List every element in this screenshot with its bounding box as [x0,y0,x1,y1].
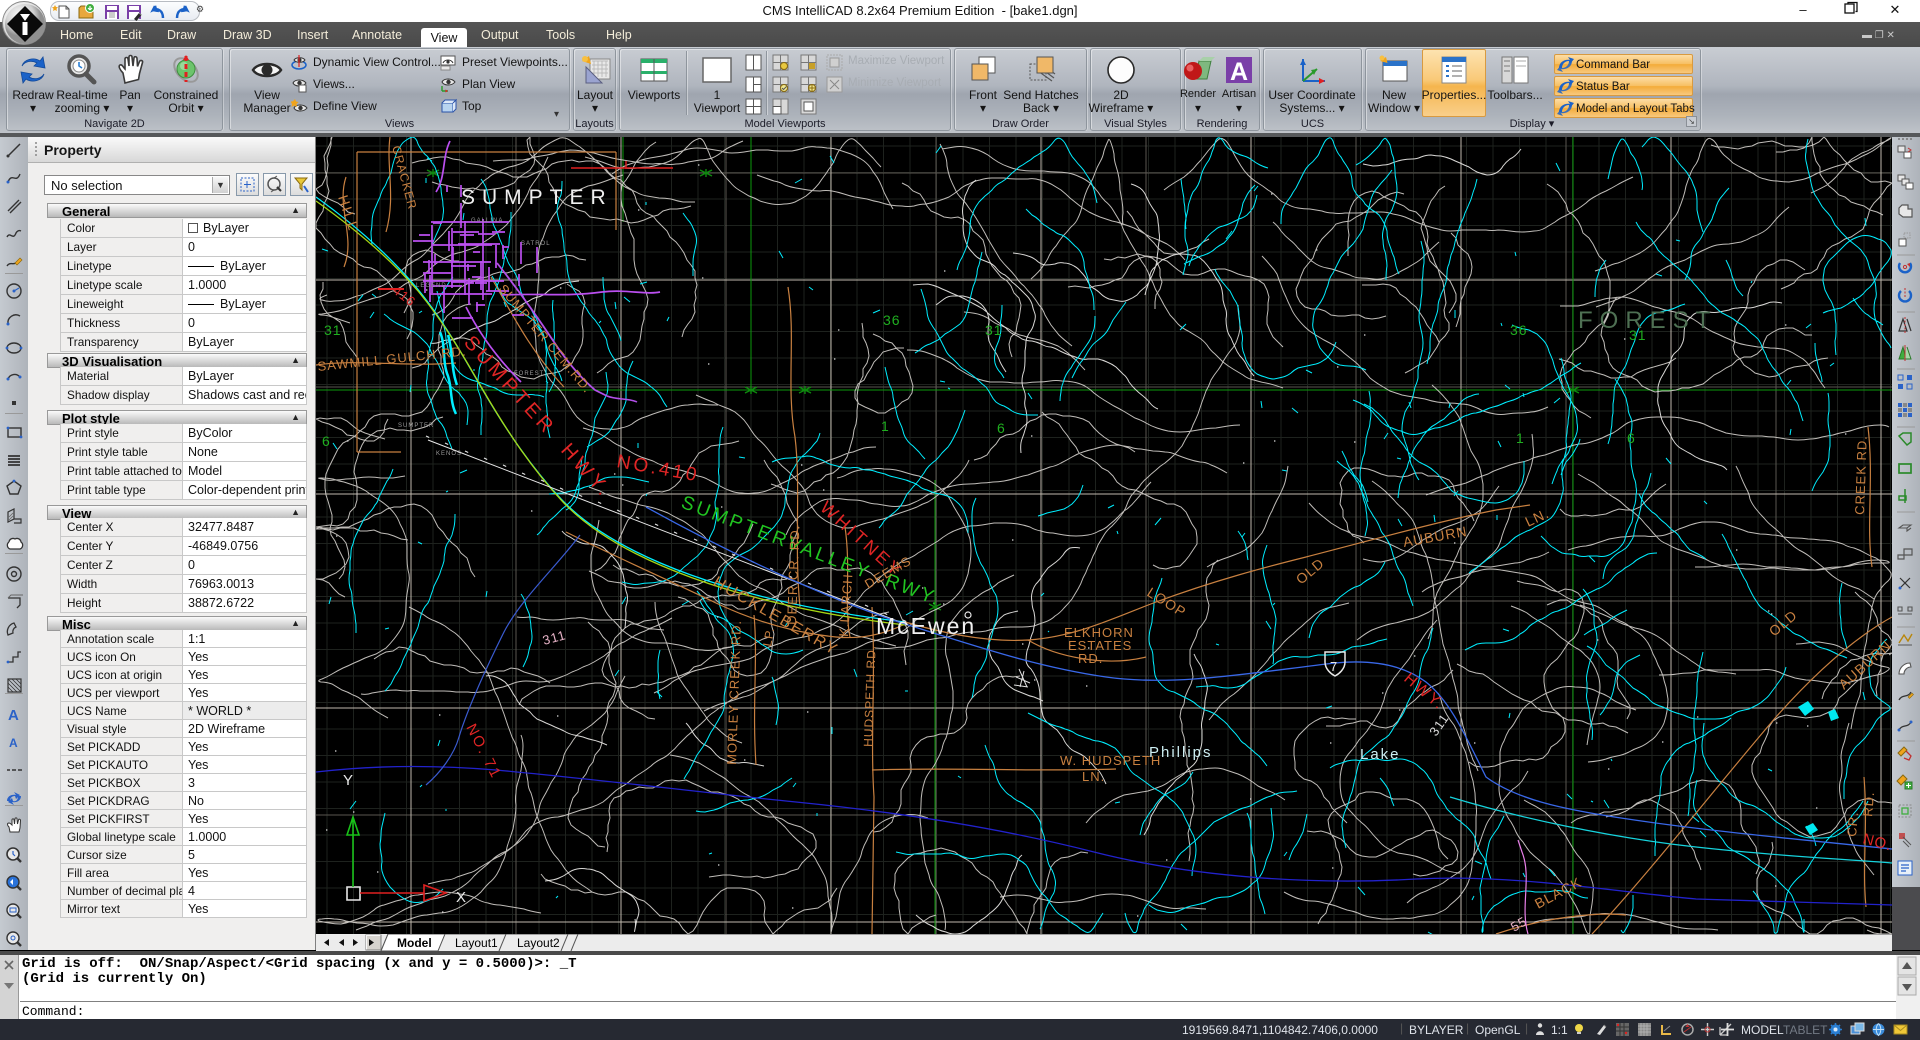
svg-text:7: 7 [1330,659,1337,674]
svg-text:FOREST: FOREST [1578,307,1717,334]
svg-text:Lake: Lake [1360,746,1401,763]
svg-text:1: 1 [1516,430,1525,446]
svg-text:55: 55 [1508,913,1530,934]
svg-text:X: X [456,889,466,906]
svg-text:31: 31 [324,322,342,338]
svg-text:LEGEND: LEGEND [416,283,447,289]
svg-text:31: 31 [985,322,1003,338]
svg-text:MORLEY CREEK RD.: MORLEY CREEK RD. [724,620,744,766]
svg-text:CR.: CR. [1844,811,1861,838]
svg-text:HUDSPETH RD.: HUDSPETH RD. [861,645,879,747]
svg-text:W. HUDSPETH: W. HUDSPETH [1060,753,1161,768]
svg-text:Y: Y [343,772,353,789]
svg-text:NO. 71: NO. 71 [462,721,504,782]
svg-text:DEER CR. RD.: DEER CR. RD. [784,525,802,626]
svg-text:31: 31 [1629,327,1647,343]
svg-text:NO.: NO. [1861,830,1892,854]
svg-text:HWY.: HWY. [1400,670,1447,714]
svg-text:CREEK RD.: CREEK RD. [1852,435,1870,515]
svg-text:SUMPTER: SUMPTER [461,186,613,209]
svg-text:36: 36 [883,312,901,328]
svg-text:311: 311 [541,627,568,648]
svg-text:311: 311 [1426,711,1452,739]
svg-text:Layout2: Layout2 [517,936,560,950]
svg-text:SUMPTER: SUMPTER [398,423,434,429]
svg-text:Model: Model [397,936,432,950]
svg-text:SATROL: SATROL [521,241,551,247]
svg-text:6: 6 [322,433,331,449]
svg-text:RD.: RD. [1860,791,1877,818]
svg-text:A: A [1230,58,1248,86]
svg-text:Layout1: Layout1 [455,936,498,950]
svg-text:LP.: LP. [760,626,777,648]
svg-text:RD.: RD. [1078,651,1103,666]
svg-text:SAWMILL GULCH RD.: SAWMILL GULCH RD. [317,343,467,374]
svg-text:SUMPTER HWY.: SUMPTER HWY. [459,332,616,503]
svg-text:GALLINA: GALLINA [471,218,503,224]
svg-text:1: 1 [881,418,890,434]
svg-text:6: 6 [997,420,1006,436]
svg-text:NO.410: NO.410 [615,451,701,486]
svg-text:6: 6 [1627,430,1636,446]
svg-text:FOREST: FOREST [514,371,544,377]
svg-text:36: 36 [1510,322,1528,338]
svg-text:McEwen: McEwen [876,613,976,639]
svg-text:A: A [8,707,19,724]
svg-text:LN.: LN. [1082,769,1105,784]
svg-text:LN.: LN. [1523,505,1552,530]
svg-text:A: A [9,736,18,750]
svg-text:LOOP: LOOP [1144,584,1189,620]
svg-text:CRACKER: CRACKER [389,144,420,211]
svg-text:AUBURN: AUBURN [1402,523,1469,550]
